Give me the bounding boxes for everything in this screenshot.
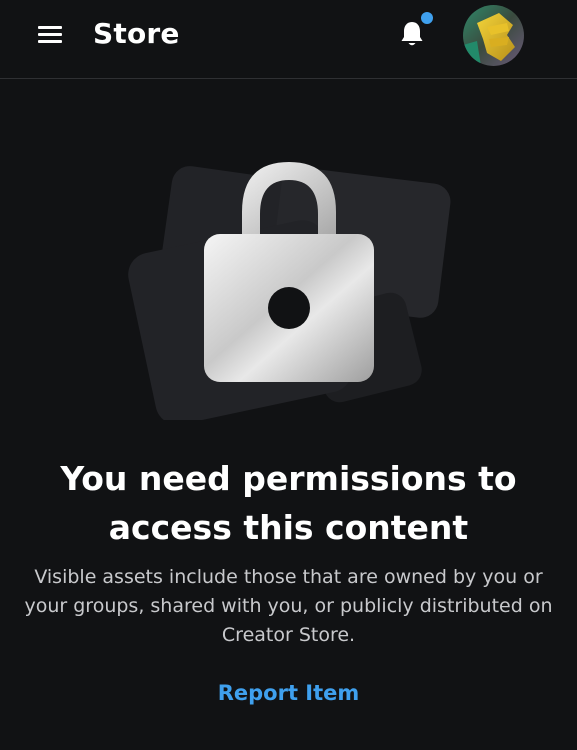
top-app-bar: Store <box>0 0 577 79</box>
user-avatar[interactable] <box>463 5 524 66</box>
notification-badge <box>421 12 433 24</box>
description-line-1: Visible assets include those that are ow… <box>34 566 543 588</box>
permission-headline: You need permissions to access this cont… <box>0 454 577 552</box>
permission-description: Visible assets include those that are ow… <box>20 563 557 650</box>
report-item-link[interactable]: Report Item <box>0 677 577 709</box>
headline-line-2: access this content <box>108 508 469 547</box>
description-line-3: Creator Store. <box>221 624 356 646</box>
hamburger-menu-icon[interactable] <box>36 22 66 48</box>
description-line-2: your groups, shared with you, or publicl… <box>24 595 553 617</box>
headline-line-1: You need permissions to <box>60 459 517 498</box>
page-title: Store <box>93 17 180 50</box>
padlock-icon <box>120 150 460 425</box>
